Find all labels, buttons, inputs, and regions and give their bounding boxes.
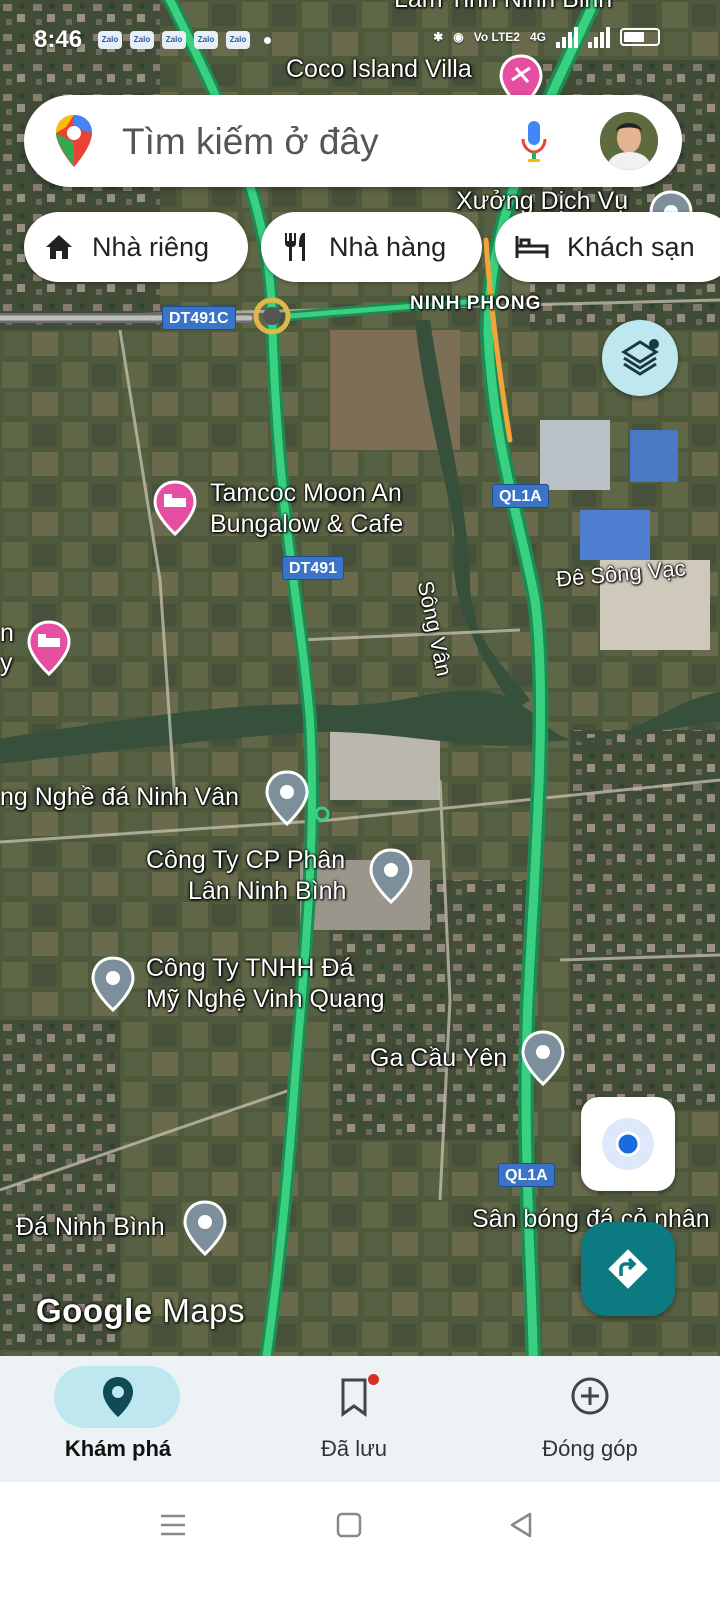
transit-pin-icon[interactable]	[520, 1030, 566, 1086]
back-icon[interactable]	[506, 1510, 536, 1540]
bluetooth-icon: ✱	[433, 30, 444, 44]
directions-button[interactable]	[581, 1222, 675, 1316]
my-location-button[interactable]	[581, 1097, 675, 1191]
battery-icon	[620, 28, 660, 46]
place-label-cp-phan[interactable]: Lân Ninh Bình	[188, 876, 346, 907]
place-label-tamcoc[interactable]: Bungalow & Cafe	[210, 509, 403, 540]
system-navigation-bar	[0, 1482, 720, 1600]
signal-icon	[556, 26, 578, 48]
notification-badge	[368, 1374, 379, 1385]
place-label-partial[interactable]: n	[0, 618, 14, 649]
zalo-notification-icon: Zalo	[194, 31, 218, 49]
network-type-label: 4G	[529, 30, 546, 44]
place-label-tnhh[interactable]: Mỹ Nghệ Vinh Quang	[146, 984, 385, 1015]
wordmark-google: Google	[36, 1292, 153, 1329]
road-shield-ql1a: QL1A	[492, 484, 549, 508]
avatar[interactable]	[600, 112, 658, 170]
chip-restaurant[interactable]: Nhà hàng	[261, 212, 482, 282]
road-shield-dt491: DT491	[282, 556, 345, 580]
zalo-notification-icon: Zalo	[130, 31, 154, 49]
network-label: Vo LTE2	[473, 30, 520, 44]
recents-icon[interactable]	[158, 1510, 188, 1540]
chip-home[interactable]: Nhà riêng	[24, 212, 248, 282]
status-time: 8:46	[34, 26, 83, 53]
place-pin-icon[interactable]	[264, 770, 310, 826]
hotel-icon	[515, 236, 549, 258]
lodging-pin-icon[interactable]	[26, 620, 72, 676]
road-shield-dt491c: DT491C	[162, 306, 236, 330]
place-label-tamcoc[interactable]: Tamcoc Moon An	[210, 478, 402, 509]
place-label-da-ninh-binh[interactable]: Đá Ninh Bình	[16, 1212, 165, 1243]
zalo-notification-icon: Zalo	[226, 31, 250, 49]
chip-label: Khách sạn	[567, 231, 695, 262]
nav-label: Đóng góp	[542, 1436, 638, 1461]
restaurant-icon	[285, 233, 305, 261]
zalo-notification-icon: Zalo	[98, 31, 122, 49]
nav-label: Đã lưu	[320, 1436, 388, 1461]
home-icon	[46, 235, 72, 259]
mic-icon[interactable]	[519, 119, 549, 163]
area-label-ninh-phong: NINH PHONG	[410, 293, 542, 314]
place-label-lang-nghe[interactable]: ng Nghề đá Ninh Vân	[0, 782, 239, 813]
maps-logo-icon	[56, 115, 92, 167]
place-label-ga-cau-yen[interactable]: Ga Cầu Yên	[370, 1043, 507, 1074]
bottom-nav: Khám phá Đã lưu Đóng góp	[0, 1356, 720, 1482]
nav-label: Khám phá	[64, 1436, 172, 1461]
wordmark-maps: Maps	[162, 1292, 246, 1329]
search-bar[interactable]: Tìm kiếm ở đây	[24, 95, 682, 187]
add-circle-icon	[571, 1377, 609, 1415]
more-notifications-dot	[264, 37, 271, 44]
search-input[interactable]: Tìm kiếm ở đây	[122, 121, 379, 163]
layers-button[interactable]	[602, 320, 678, 396]
place-pin-icon[interactable]	[90, 956, 136, 1012]
status-bar: 8:46 Zalo Zalo Zalo Zalo Zalo ✱ ◉ Vo LTE…	[0, 0, 720, 80]
place-pin-icon[interactable]	[368, 848, 414, 904]
my-location-icon	[602, 1118, 654, 1170]
place-label-cp-phan[interactable]: Công Ty CP Phân	[146, 845, 345, 876]
directions-icon	[608, 1249, 648, 1289]
nav-saved[interactable]: Đã lưu	[254, 1356, 454, 1482]
layers-icon	[621, 339, 659, 376]
user-photo-icon	[600, 112, 658, 170]
place-pin-icon[interactable]	[182, 1200, 228, 1256]
nav-explore[interactable]: Khám phá	[18, 1356, 218, 1482]
road-shield-ql1a: QL1A	[498, 1163, 555, 1187]
zalo-notification-icon: Zalo	[162, 31, 186, 49]
place-label-partial[interactable]: y	[0, 648, 13, 679]
signal-icon	[588, 26, 610, 48]
chip-hotel[interactable]: Khách sạn	[495, 212, 720, 282]
location-icon: ◉	[453, 30, 464, 44]
nav-contribute[interactable]: Đóng góp	[490, 1356, 690, 1482]
chip-label: Nhà riêng	[92, 231, 210, 262]
status-indicators: ✱ ◉ Vo LTE2 4G	[433, 26, 660, 48]
lodging-pin-icon[interactable]	[152, 480, 198, 536]
google-maps-wordmark: Google Maps	[36, 1292, 245, 1330]
explore-pin-icon	[103, 1377, 133, 1417]
place-label-tnhh[interactable]: Công Ty TNHH Đá	[146, 953, 353, 984]
chip-label: Nhà hàng	[329, 231, 447, 262]
home-button-icon[interactable]	[334, 1510, 364, 1540]
